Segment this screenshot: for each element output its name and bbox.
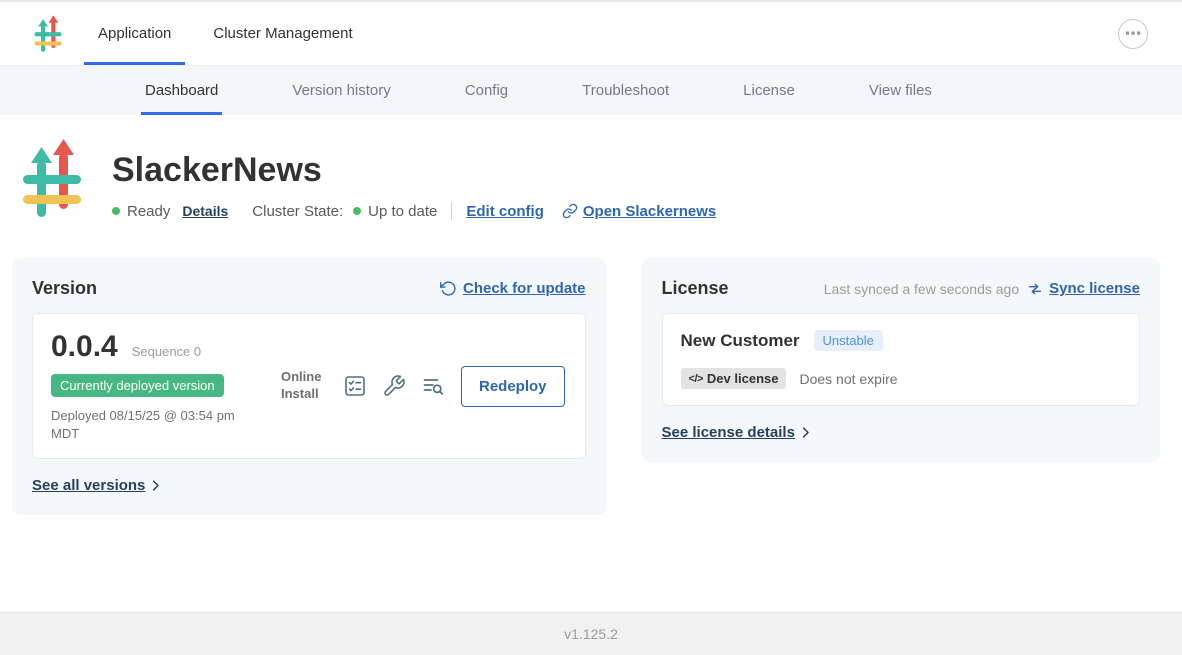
admin-console-page: Application Cluster Management ⋯ Dashboa… [0, 0, 1182, 655]
sync-license-label: Sync license [1049, 280, 1140, 297]
last-synced-text: Last synced a few seconds ago [824, 281, 1019, 297]
app-sub-nav: Dashboard Version history Config Trouble… [0, 66, 1182, 115]
see-license-details-link[interactable]: See license details [662, 424, 813, 441]
top-tab-application[interactable]: Application [84, 2, 185, 65]
version-actions: Online Install [281, 366, 567, 407]
see-all-versions-link[interactable]: See all versions [32, 477, 163, 494]
current-version-card: 0.0.4 Sequence 0 Currently deployed vers… [32, 313, 586, 459]
ellipsis-icon: ⋯ [1125, 25, 1142, 42]
tab-version-history[interactable]: Version history [292, 66, 390, 115]
top-tab-cluster-management[interactable]: Cluster Management [199, 2, 366, 65]
version-action-icons [343, 374, 445, 398]
more-menu-button[interactable]: ⋯ [1118, 19, 1148, 49]
sequence-label: Sequence 0 [132, 344, 201, 359]
cluster-status-dot [353, 207, 361, 215]
deployed-status-badge: Currently deployed version [51, 374, 224, 397]
slackernews-app-icon [22, 139, 82, 219]
sync-icon [1027, 281, 1043, 297]
redeploy-button[interactable]: Redeploy [461, 366, 565, 407]
brand-logo [0, 2, 84, 65]
details-link[interactable]: Details [182, 203, 228, 219]
see-license-details-label: See license details [662, 424, 795, 441]
license-card-title: License [662, 278, 729, 299]
version-number: 0.0.4 [51, 330, 118, 364]
tab-dashboard[interactable]: Dashboard [145, 66, 218, 115]
license-header-right: Last synced a few seconds ago Sync licen… [824, 280, 1140, 297]
install-type-label: Online Install [281, 369, 327, 403]
customer-name: New Customer [681, 331, 800, 351]
tab-troubleshoot[interactable]: Troubleshoot [582, 66, 669, 115]
cluster-state-label: Cluster State: [252, 203, 343, 220]
version-number-row: 0.0.4 Sequence 0 [51, 330, 281, 364]
license-card-header: License Last synced a few seconds ago Sy… [662, 278, 1140, 299]
deployed-timestamp: Deployed 08/15/25 @ 03:54 pm MDT [51, 407, 259, 442]
link-icon [562, 203, 578, 219]
version-card-header: Version Check for update [32, 278, 586, 299]
tab-view-files[interactable]: View files [869, 66, 932, 115]
sync-license-link[interactable]: Sync license [1027, 280, 1140, 297]
license-expiration: Does not expire [799, 371, 897, 387]
console-version: v1.125.2 [564, 626, 618, 642]
chevron-right-icon [148, 478, 163, 493]
app-status-row: Ready Details Cluster State: Up to date … [112, 202, 716, 220]
app-header: SlackerNews Ready Details Cluster State:… [22, 137, 1182, 220]
version-info: 0.0.4 Sequence 0 Currently deployed vers… [51, 330, 281, 442]
code-icon: </> [689, 373, 703, 385]
footer-bar: v1.125.2 [0, 612, 1182, 655]
tab-config[interactable]: Config [465, 66, 508, 115]
ready-status-dot [112, 207, 120, 215]
see-all-versions-label: See all versions [32, 477, 145, 494]
license-card: License Last synced a few seconds ago Sy… [642, 258, 1160, 462]
dashboard-cards: Version Check for update 0.0.4 Sequence [12, 258, 1160, 515]
top-nav-bar: Application Cluster Management ⋯ [0, 2, 1182, 66]
license-customer-row: New Customer Unstable [681, 330, 1121, 351]
check-for-update-link[interactable]: Check for update [440, 280, 586, 297]
app-header-text: SlackerNews Ready Details Cluster State:… [112, 137, 716, 220]
license-detail-card: New Customer Unstable </> Dev license Do… [662, 313, 1140, 406]
page-title: SlackerNews [112, 151, 716, 190]
view-files-icon[interactable] [421, 374, 445, 398]
refresh-icon [440, 280, 457, 297]
license-type-badge: </> Dev license [681, 368, 787, 389]
main-content: SlackerNews Ready Details Cluster State:… [0, 115, 1182, 612]
open-app-label: Open Slackernews [583, 203, 716, 220]
status-divider [451, 202, 452, 220]
edit-config-icon[interactable] [382, 374, 406, 398]
slackernews-logo-icon [34, 15, 62, 53]
preflight-checks-icon[interactable] [343, 374, 367, 398]
version-card-title: Version [32, 278, 97, 299]
app-status-text: Ready [127, 203, 170, 220]
tab-license[interactable]: License [743, 66, 795, 115]
license-type-label: Dev license [707, 371, 779, 386]
open-app-link[interactable]: Open Slackernews [562, 203, 716, 220]
channel-badge: Unstable [814, 330, 883, 351]
app-icon [22, 139, 82, 220]
check-for-update-label: Check for update [463, 280, 586, 297]
license-type-row: </> Dev license Does not expire [681, 368, 1121, 389]
edit-config-link[interactable]: Edit config [466, 203, 544, 220]
version-card: Version Check for update 0.0.4 Sequence [12, 258, 606, 515]
top-nav-tabs: Application Cluster Management [84, 2, 381, 65]
chevron-right-icon [798, 425, 813, 440]
cluster-state-value: Up to date [368, 203, 437, 220]
